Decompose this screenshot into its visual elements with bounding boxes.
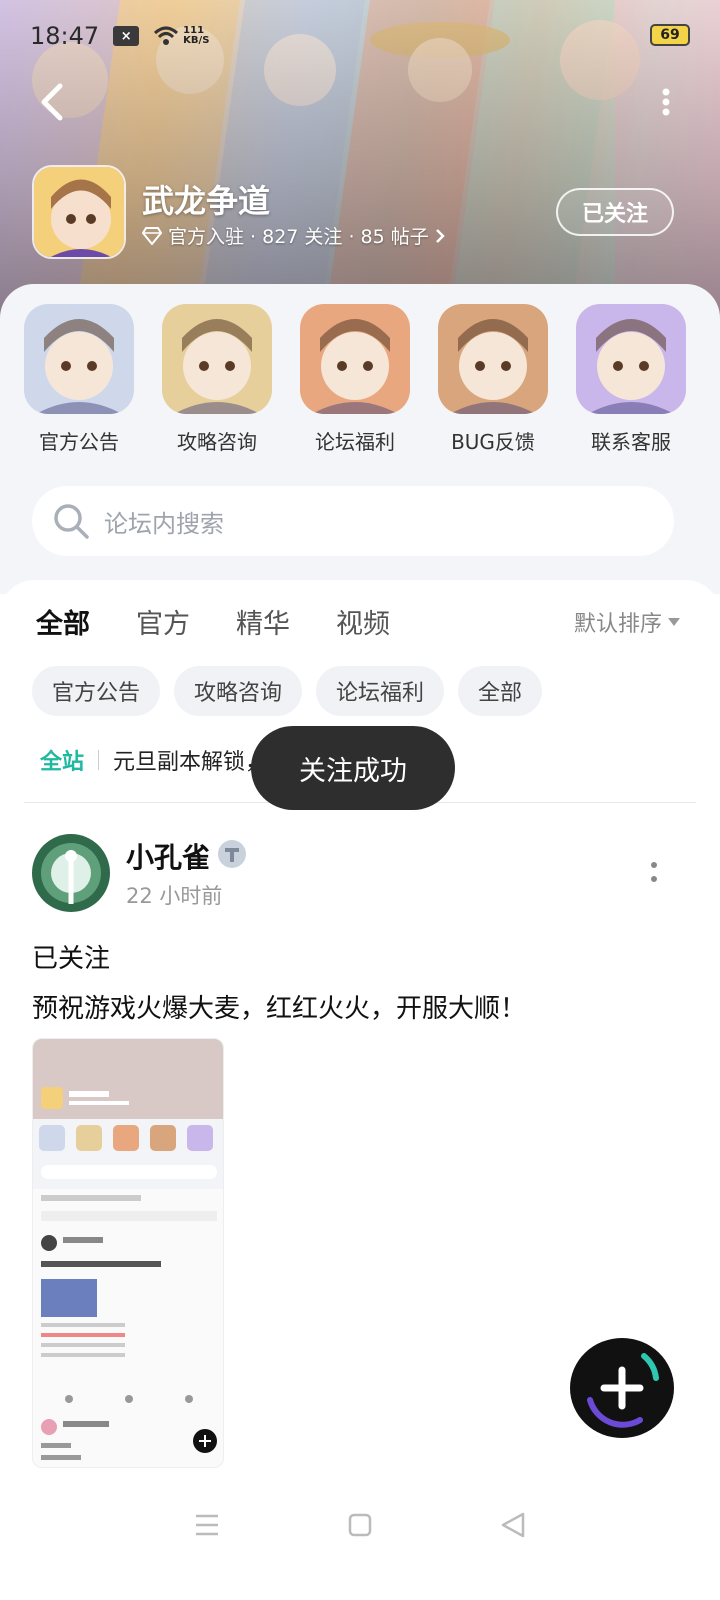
game-meta[interactable]: 官方入驻 · 827 关注 · 85 帖子 [142,222,445,249]
back-icon[interactable] [500,1511,526,1539]
quick-entries: 官方公告 攻略咨询 论坛福利 BUG反馈 联系客服 [0,304,720,455]
tab-all[interactable]: 全部 [36,602,90,647]
quick-entry-guides[interactable]: 攻略咨询 [148,304,286,455]
wifi-icon [154,26,179,45]
quick-entry-support[interactable]: 联系客服 [562,304,700,455]
status-bar: 18:47 × 111 KB/S 69 [30,18,690,54]
status-time: 18:47 [30,22,100,50]
game-meta-text: 官方入驻 · 827 关注 · 85 帖子 [168,226,429,248]
post-more-icon[interactable] [650,862,658,882]
quick-entry-icon [24,304,134,414]
quick-entry-icon [162,304,272,414]
quick-entry-label: 论坛福利 [315,430,395,454]
forum-panel: 官方公告 攻略咨询 论坛福利 BUG反馈 联系客服 论坛内搜索 [0,284,720,594]
category-chips: 官方公告 攻略咨询 论坛福利 全部 [32,666,543,716]
post-author[interactable]: 小孔雀 [126,836,210,876]
sort-dropdown[interactable]: 默认排序 [574,606,680,638]
quick-entry-announcements[interactable]: 官方公告 [10,304,148,455]
post-text-line: 预祝游戏火爆大麦，红红火火，开服大顺！ [32,994,527,1024]
game-avatar[interactable] [32,165,126,259]
system-nav-bar [0,1490,720,1560]
back-arrow-icon[interactable] [36,82,68,122]
avatar[interactable] [32,834,110,912]
chip-guides[interactable]: 攻略咨询 [174,666,303,716]
sort-label: 默认排序 [573,612,662,637]
tab-featured[interactable]: 精华 [236,602,290,641]
search-icon [54,504,89,539]
tab-video[interactable]: 视频 [336,602,390,641]
search-input[interactable]: 论坛内搜索 [32,486,674,556]
chip-benefits[interactable]: 论坛福利 [316,666,445,716]
chevron-right-icon [435,228,445,243]
quick-entry-benefits[interactable]: 论坛福利 [286,304,424,455]
battery-indicator: 69 [650,24,690,46]
post-screenshot-image[interactable] [32,1038,224,1468]
search-placeholder: 论坛内搜索 [104,509,224,538]
game-title: 武龙争道 [142,182,271,220]
more-vertical-icon[interactable] [660,88,672,116]
notice-divider [98,750,100,770]
quick-entry-icon [576,304,686,414]
notice-tag: 全站 [40,750,85,775]
create-post-button[interactable] [570,1338,674,1438]
quick-entry-bug-report[interactable]: BUG反馈 [424,304,562,455]
feed-tabs: 全部 官方 精华 视频 [36,602,390,647]
caret-down-icon [668,618,680,626]
network-speed: 111 KB/S [183,26,209,46]
plus-icon [574,1340,670,1436]
chip-announcements[interactable]: 官方公告 [32,666,161,716]
quick-entry-label: 联系客服 [591,430,671,454]
post-text-line: 已关注 [32,944,111,974]
follow-button[interactable]: 已关注 [556,188,674,236]
diamond-icon [142,226,162,245]
quick-entry-label: BUG反馈 [451,430,535,454]
speed-unit: KB/S [183,35,210,46]
toast-message: 关注成功 [251,726,455,810]
post-timestamp: 22 小时前 [126,884,223,908]
quick-entry-icon [438,304,548,414]
notification-icon: × [113,26,140,46]
tab-official[interactable]: 官方 [136,602,190,641]
quick-entry-icon [300,304,410,414]
home-icon[interactable] [348,1513,372,1537]
verified-badge-icon [218,840,246,868]
chip-all[interactable]: 全部 [458,666,543,716]
quick-entry-label: 官方公告 [39,430,119,454]
menu-icon[interactable] [194,1513,220,1537]
quick-entry-label: 攻略咨询 [177,430,257,454]
